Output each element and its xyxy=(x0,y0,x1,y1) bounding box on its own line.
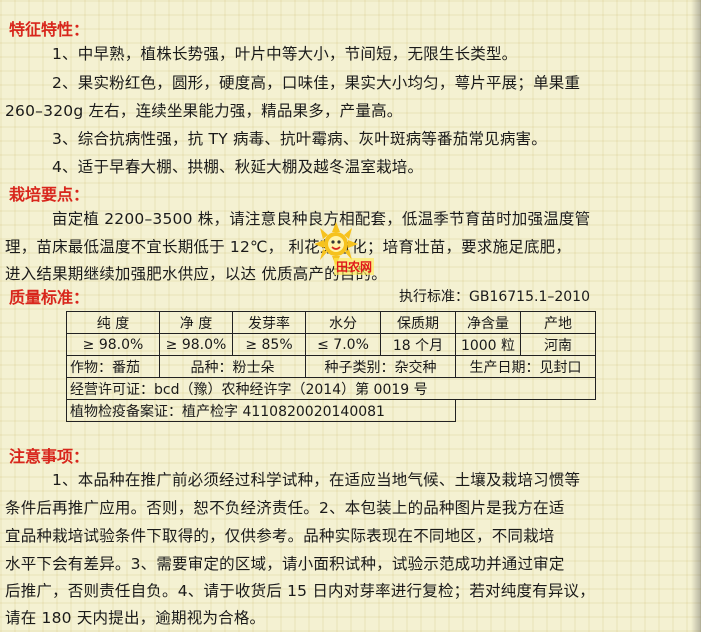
quality-heading: 质量标准： xyxy=(9,288,90,307)
features-line-3: 260–320g 左右，连续坐果能力强，精品果多，产量高。 xyxy=(5,102,403,120)
notes-line-6: 请在 180 天内提出，逾期视为合格。 xyxy=(5,609,266,627)
quarantine-cell: 植物检疫备案证：植产检字 4110820020140081 xyxy=(66,399,456,422)
features-line-1: 1、中早熟，植株长势强，叶片中等大小，节间短，无限生长类型。 xyxy=(52,45,518,63)
features-line-5: 4、适于早春大棚、拱棚、秋延大棚及越冬温室栽培。 xyxy=(52,158,424,176)
seed-type-cell: 种子类别：杂交种 xyxy=(305,355,456,378)
quality-value-row: ≥ 98.0% ≥ 98.0% ≥ 85% ≤ 7.0% 18 个月 1000 … xyxy=(66,333,596,356)
header-net-content: 净含量 xyxy=(455,311,521,334)
cultivation-heading: 栽培要点： xyxy=(9,185,90,204)
value-net-content: 1000 粒 xyxy=(455,333,521,356)
license-cell: 经营许可证：bcd（豫）农种经许字（2014）第 0019 号 xyxy=(66,377,596,400)
value-cleanliness: ≥ 98.0% xyxy=(159,333,233,356)
page-edge-shadow xyxy=(691,0,701,632)
header-moisture: 水分 xyxy=(305,311,381,334)
notes-line-1: 1、本品种在推广前必须经过科学试种，在适应当地气候、土壤及栽培习惯等 xyxy=(52,471,581,489)
value-shelf-life: 18 个月 xyxy=(380,333,456,356)
crop-cell: 作物：番茄 xyxy=(66,355,160,378)
license-row: 经营许可证：bcd（豫）农种经许字（2014）第 0019 号 xyxy=(66,377,596,400)
notes-line-4: 水平下会有差异。3、需要审定的区域，请小面积试种，试验示范成功并通过审定 xyxy=(5,555,565,573)
header-origin: 产地 xyxy=(520,311,596,334)
seed-package-label: 特征特性： 1、中早熟，植株长势强，叶片中等大小，节间短，无限生长类型。 2、果… xyxy=(0,0,701,632)
quality-info-row: 作物：番茄 品种：粉士朵 种子类别：杂交种 生产日期：见封口 xyxy=(66,355,596,378)
value-moisture: ≤ 7.0% xyxy=(305,333,381,356)
value-germination: ≥ 85% xyxy=(232,333,306,356)
features-line-4: 3、综合抗病性强，抗 TY 病毒、抗叶霉病、灰叶斑病等番茄常见病害。 xyxy=(52,130,547,148)
cultivation-line-2: 理，苗床最低温度不宜长期低于 12℃， 利花芽分化；培育壮苗，要求施足底肥， xyxy=(5,238,572,256)
header-purity: 纯 度 xyxy=(66,311,160,334)
watermark-text: 田农网 xyxy=(334,258,375,275)
quality-header-row: 纯 度 净 度 发芽率 水分 保质期 净含量 产地 xyxy=(66,311,596,334)
notes-line-3: 宜品种栽培试验条件下取得的，仅供参考。品种实际表现在不同地区，不同栽培 xyxy=(5,527,555,545)
features-line-2: 2、果实粉红色，圆形，硬度高，口味佳，果实大小均匀，萼片平展；单果重 xyxy=(52,74,581,92)
header-germination: 发芽率 xyxy=(232,311,306,334)
quality-table: 纯 度 净 度 发芽率 水分 保质期 净含量 产地 ≥ 98.0% ≥ 98.0… xyxy=(66,311,596,422)
execution-standard: 执行标准：GB16715.1–2010 xyxy=(399,289,590,305)
value-purity: ≥ 98.0% xyxy=(66,333,160,356)
notes-line-5: 后推广，否则责任自负。4、请于收货后 15 日内对芽率进行复检；若对纯度有异议， xyxy=(5,582,595,600)
header-cleanliness: 净 度 xyxy=(159,311,233,334)
features-heading: 特征特性： xyxy=(9,20,90,39)
header-shelf-life: 保质期 xyxy=(380,311,456,334)
production-date-cell: 生产日期：见封口 xyxy=(455,355,596,378)
variety-cell: 品种：粉士朵 xyxy=(159,355,306,378)
quarantine-row: 植物检疫备案证：植产检字 4110820020140081 xyxy=(66,399,596,422)
notes-line-2: 条件后再推广应用。否则，恕不负经济责任。2、本包装上的品种图片是我方在适 xyxy=(5,499,565,517)
value-origin: 河南 xyxy=(520,333,596,356)
notes-heading: 注意事项： xyxy=(9,447,90,466)
